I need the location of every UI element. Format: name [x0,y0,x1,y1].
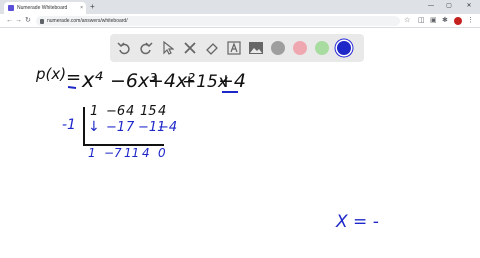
undo-icon[interactable] [114,38,134,58]
x-underline [67,86,77,89]
bookmark-star-icon[interactable]: ☆ [404,16,410,26]
address-bar-row: ← → ↻ numerade.com/answers/whiteboard/ ☆… [0,14,480,28]
x-equals-text: X = - [335,212,379,232]
result-4: 4 [142,146,150,160]
whiteboard-toolbar [110,34,364,62]
color-swatch-blue[interactable] [337,41,351,55]
profile-avatar[interactable] [454,17,462,25]
mult-5: −4 [158,120,177,135]
lock-icon [40,18,44,24]
back-arrow-icon[interactable]: ← [6,16,13,26]
coef-2: −6 [106,104,125,119]
color-swatch-green[interactable] [315,41,329,55]
equals-sign: = [66,67,81,88]
extensions-puzzle-icon[interactable]: ✱ [442,16,448,26]
mult-3: 7 [126,120,135,135]
coef-3: 4 [126,104,134,119]
color-swatch-pink[interactable] [293,41,307,55]
menu-dots-icon[interactable]: ⋮ [467,16,474,26]
mult-1: ↓ [88,119,100,135]
url-text: numerade.com/answers/whiteboard/ [47,18,128,24]
color-swatch-gray[interactable] [271,41,285,55]
minimize-window-button[interactable]: — [424,1,438,12]
tab-close-icon[interactable]: × [80,5,83,11]
result-3: 11 [124,146,139,160]
px-label: p(x) [35,65,66,83]
address-bar[interactable]: numerade.com/answers/whiteboard/ [36,16,400,26]
divisor-value: -1 [62,117,76,133]
tools-icon[interactable] [180,38,200,58]
new-tab-button[interactable]: + [90,2,95,12]
coef-1: 1 [90,104,98,119]
tab-title: Numerade Whiteboard [17,5,68,11]
mult-2: −1 [106,120,125,135]
maximize-window-button[interactable]: ▢ [442,1,456,12]
whiteboard-canvas[interactable]: p(x) = x⁴ −6x³ +4x² +15x +4 -1 1 −6 4 15… [0,29,480,258]
redo-icon[interactable] [136,38,156,58]
extension-icon-2[interactable]: ▣ [430,16,437,26]
term-x4: x⁴ [81,68,103,92]
eraser-icon[interactable] [202,38,222,58]
forward-arrow-icon[interactable]: → [15,16,22,26]
coef-4: 15 [140,104,157,119]
text-icon[interactable] [224,38,244,58]
result-5: 0 [158,146,166,160]
reload-icon[interactable]: ↻ [25,16,31,26]
ink-layer: p(x) = x⁴ −6x³ +4x² +15x +4 -1 1 −6 4 15… [35,65,379,232]
tab-strip: Numerade Whiteboard × + — ▢ ✕ [0,0,480,14]
browser-tab[interactable]: Numerade Whiteboard × [4,2,86,14]
coef-5: 4 [158,104,166,119]
result-1: 1 [88,146,96,160]
select-icon[interactable] [158,38,178,58]
extension-icon[interactable]: ◫ [418,16,425,26]
numerade-favicon-icon [8,5,14,11]
result-2: −7 [104,146,122,160]
image-icon[interactable] [246,38,266,58]
term-4: +4 [218,70,246,92]
close-window-button[interactable]: ✕ [462,1,476,12]
